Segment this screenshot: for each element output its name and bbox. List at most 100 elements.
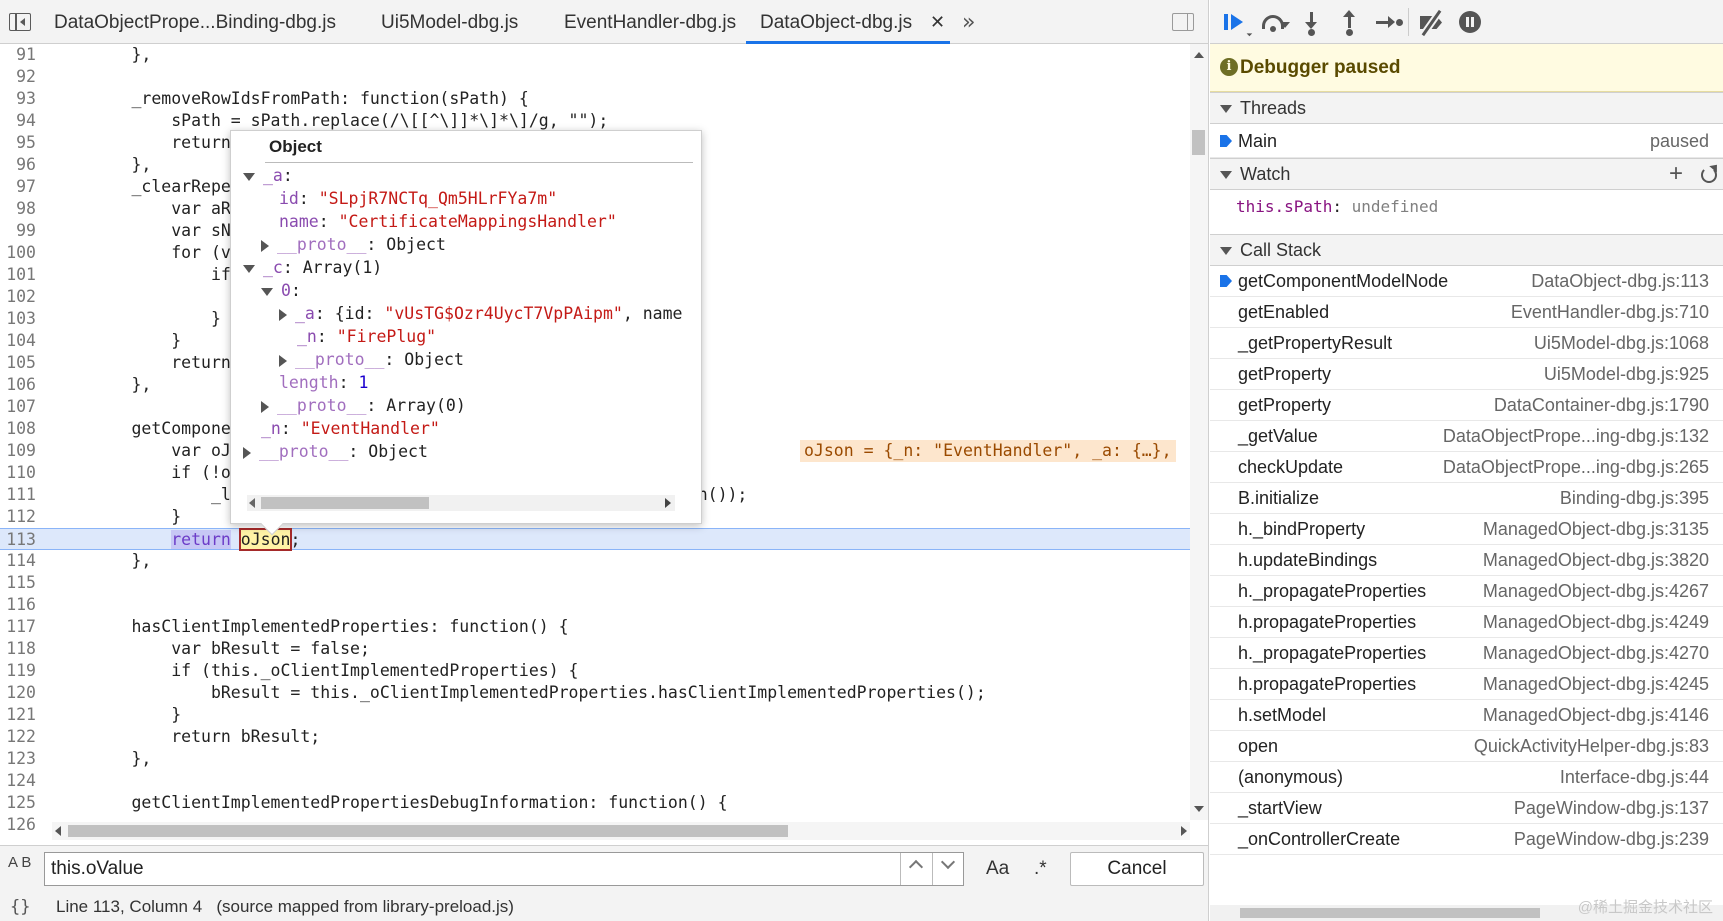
call-frame[interactable]: getProperty DataContainer-dbg.js:1790: [1210, 390, 1723, 421]
step-out-icon[interactable]: [1334, 6, 1366, 38]
line-number[interactable]: 124: [0, 770, 40, 792]
call-frame[interactable]: h._bindProperty ManagedObject-dbg.js:3135: [1210, 514, 1723, 545]
scroll-left-icon[interactable]: [249, 498, 255, 508]
line-number[interactable]: 121: [0, 704, 40, 726]
collapse-triangle-icon[interactable]: [261, 239, 269, 252]
call-frame[interactable]: open QuickActivityHelper-dbg.js:83: [1210, 731, 1723, 762]
line-number[interactable]: 103: [0, 308, 40, 330]
frame-location[interactable]: DataObject-dbg.js:113: [1531, 266, 1709, 297]
line-number[interactable]: 111: [0, 484, 40, 506]
code-line[interactable]: 116: [0, 594, 1190, 616]
line-number[interactable]: 112: [0, 506, 40, 528]
frame-location[interactable]: QuickActivityHelper-dbg.js:83: [1474, 731, 1709, 762]
frame-location[interactable]: Ui5Model-dbg.js:925: [1544, 359, 1709, 390]
line-number[interactable]: 118: [0, 638, 40, 660]
call-frame[interactable]: h._propagateProperties ManagedObject-dbg.…: [1210, 576, 1723, 607]
line-number[interactable]: 96: [0, 154, 40, 176]
editor-vertical-scrollbar[interactable]: [1190, 44, 1208, 820]
tree-node-a-nested[interactable]: _a: {id: "vUsTG$Ozr4UycT7VpPAipm", name: [279, 303, 689, 325]
code-line[interactable]: 115: [0, 572, 1190, 594]
line-number[interactable]: 122: [0, 726, 40, 748]
code-line[interactable]: 117 hasClientImplementedProperties: func…: [0, 616, 1190, 638]
close-tab-icon[interactable]: ✕: [930, 12, 945, 33]
line-number[interactable]: 114: [0, 550, 40, 572]
frame-location[interactable]: Ui5Model-dbg.js:1068: [1534, 328, 1709, 359]
code-line[interactable]: 120 bResult = this._oClientImplementedPr…: [0, 682, 1190, 704]
tree-node-array-proto[interactable]: __proto__: Array(0): [261, 395, 466, 417]
step-over-icon[interactable]: [1258, 6, 1290, 38]
threads-header[interactable]: Threads: [1210, 92, 1723, 124]
code-line[interactable]: 118 var bResult = false;: [0, 638, 1190, 660]
replace-toggle-icon[interactable]: A B: [8, 855, 31, 870]
line-number[interactable]: 117: [0, 616, 40, 638]
call-stack-header[interactable]: Call Stack: [1210, 234, 1723, 266]
call-frame[interactable]: B.initialize Binding-dbg.js:395: [1210, 483, 1723, 514]
scroll-right-icon[interactable]: [665, 498, 671, 508]
search-next-button[interactable]: [932, 853, 964, 885]
call-frame[interactable]: (anonymous) Interface-dbg.js:44: [1210, 762, 1723, 793]
object-preview-popover[interactable]: Object _a: id: "SLpjR7NCTq_Qm5HLrFYa7m" …: [230, 130, 702, 536]
call-frame[interactable]: h.propagateProperties ManagedObject-dbg.j…: [1210, 607, 1723, 638]
scroll-thumb[interactable]: [68, 825, 788, 837]
frame-location[interactable]: Interface-dbg.js:44: [1560, 762, 1709, 793]
match-case-button[interactable]: Aa: [986, 858, 1009, 880]
resume-icon[interactable]: [1220, 6, 1253, 38]
line-number[interactable]: 116: [0, 594, 40, 616]
line-number[interactable]: 125: [0, 792, 40, 814]
line-number[interactable]: 105: [0, 352, 40, 374]
scroll-up-icon[interactable]: [1194, 52, 1204, 58]
frame-location[interactable]: ManagedObject-dbg.js:4245: [1483, 669, 1709, 700]
collapse-triangle-icon[interactable]: [279, 354, 287, 367]
line-number[interactable]: 100: [0, 242, 40, 264]
code-line[interactable]: 93 _removeRowIdsFromPath: function(sPath…: [0, 88, 1190, 110]
expand-triangle-icon[interactable]: [243, 172, 255, 181]
call-frame[interactable]: h.propagateProperties ManagedObject-dbg.j…: [1210, 669, 1723, 700]
expand-triangle-icon[interactable]: [261, 287, 273, 296]
scroll-thumb[interactable]: [261, 497, 429, 509]
line-number[interactable]: 119: [0, 660, 40, 682]
tree-node-index-0[interactable]: 0:: [261, 280, 301, 302]
line-number[interactable]: 98: [0, 198, 40, 220]
tab-ui5model[interactable]: Ui5Model-dbg.js: [381, 0, 518, 44]
frame-location[interactable]: ManagedObject-dbg.js:4146: [1483, 700, 1709, 731]
frame-location[interactable]: EventHandler-dbg.js:710: [1511, 297, 1709, 328]
regex-button[interactable]: .*: [1034, 858, 1047, 880]
line-number[interactable]: 120: [0, 682, 40, 704]
frame-location[interactable]: DataContainer-dbg.js:1790: [1494, 390, 1709, 421]
scroll-right-icon[interactable]: [1181, 826, 1187, 836]
call-frame[interactable]: getProperty Ui5Model-dbg.js:925: [1210, 359, 1723, 390]
frame-location[interactable]: DataObjectPrope...ing-dbg.js:265: [1443, 452, 1709, 483]
watch-header[interactable]: Watch +: [1210, 158, 1723, 190]
scroll-thumb[interactable]: [1240, 908, 1540, 918]
tab-eventhandler[interactable]: EventHandler-dbg.js: [564, 0, 736, 44]
call-frame[interactable]: h._propagateProperties ManagedObject-dbg.…: [1210, 638, 1723, 669]
call-frame[interactable]: _getValue DataObjectPrope...ing-dbg.js:13…: [1210, 421, 1723, 452]
scroll-left-icon[interactable]: [55, 826, 61, 836]
code-line[interactable]: 91 },: [0, 44, 1190, 66]
frame-location[interactable]: PageWindow-dbg.js:137: [1514, 793, 1709, 824]
tree-node-proto[interactable]: __proto__: Object: [261, 234, 446, 256]
watch-expression[interactable]: this.sPath: undefined: [1210, 190, 1723, 234]
toggle-navigator-icon[interactable]: [9, 13, 31, 31]
collapse-triangle-icon[interactable]: [243, 446, 251, 459]
frame-location[interactable]: ManagedObject-dbg.js:4267: [1483, 576, 1709, 607]
call-frame[interactable]: h.setModel ManagedObject-dbg.js:4146: [1210, 700, 1723, 731]
code-line[interactable]: 119 if (this._oClientImplementedProperti…: [0, 660, 1190, 682]
refresh-watch-icon[interactable]: [1701, 167, 1717, 183]
code-line[interactable]: 125 getClientImplementedPropertiesDebugI…: [0, 792, 1190, 814]
line-number[interactable]: 123: [0, 748, 40, 770]
tab-dataobjectpropertybinding[interactable]: DataObjectPrope...Binding-dbg.js: [54, 0, 336, 44]
line-number[interactable]: 109: [0, 440, 40, 462]
line-number[interactable]: 113: [0, 529, 40, 551]
line-number[interactable]: 91: [0, 44, 40, 66]
pretty-print-button[interactable]: {}: [10, 893, 30, 921]
step-icon[interactable]: [1372, 6, 1404, 38]
collapse-triangle-icon[interactable]: [261, 400, 269, 413]
frame-location[interactable]: ManagedObject-dbg.js:3135: [1483, 514, 1709, 545]
tab-dataobject[interactable]: DataObject-dbg.js: [746, 0, 951, 44]
code-line[interactable]: 113 return oJson;: [0, 528, 1190, 551]
popover-horizontal-scrollbar[interactable]: [247, 495, 675, 511]
code-line[interactable]: 114 },: [0, 550, 1190, 572]
tree-node-a[interactable]: _a:: [243, 165, 293, 187]
line-number[interactable]: 99: [0, 220, 40, 242]
